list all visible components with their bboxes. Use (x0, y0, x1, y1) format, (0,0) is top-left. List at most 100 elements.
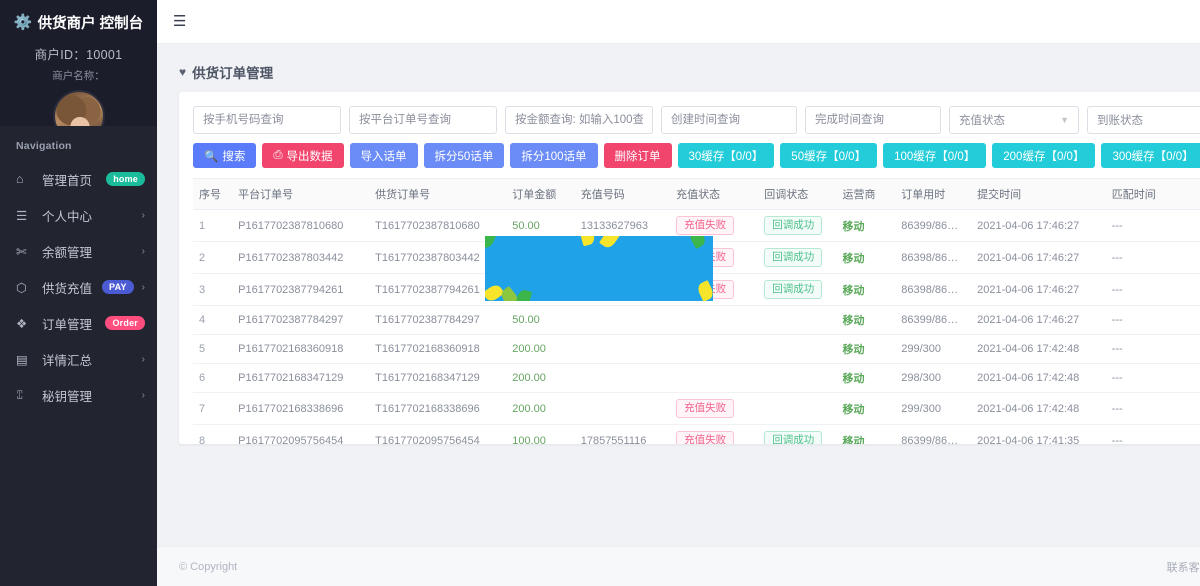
cell-duration: 298/300 (895, 363, 972, 393)
callback-status-cell (758, 334, 837, 364)
sidebar-item-7[interactable]: ⑄ 秘钥管理 › (0, 377, 157, 413)
sidebar: ⚙️ 供货商户 控制台 商户ID：10001 商户名称： Navigation … (0, 0, 157, 586)
cell-submit-time: 2021-04-06 17:46:27 (971, 305, 1106, 335)
callback-status-cell: 回调成功 (758, 241, 837, 274)
action-button-10[interactable]: 200缓存【0/0】 (992, 143, 1096, 168)
action-button-8[interactable]: 50缓存【0/0】 (780, 143, 878, 168)
search-amount-input[interactable] (505, 106, 653, 134)
gear-check-logo-icon: ⚙️ (13, 14, 33, 31)
cell-supply-order: T1617702387810680 (369, 209, 507, 242)
table-row[interactable]: 3 P1617702387794261 T1617702387794261 50.00… (193, 273, 1200, 306)
cell-seq: 4 (193, 305, 233, 335)
navigation-panel: Navigation ⌂ 管理首页 home ☰ 个人中心 › ✄ 余额管理 › ⬡ 供货充值 PAY… (0, 126, 157, 586)
action-button-4[interactable]: 拆分50话单 (423, 143, 505, 168)
action-button-9[interactable]: 100缓存【0/0】 (883, 143, 987, 168)
sidebar-item-3[interactable]: ✄ 余额管理 › (0, 233, 157, 269)
sidebar-item-2[interactable]: ☰ 个人中心 › (0, 197, 157, 233)
action-button-3[interactable]: 导入话单 (349, 143, 418, 168)
status-badge: 回调成功 (764, 431, 823, 444)
action-button-label: 100缓存【0/0】 (894, 150, 976, 163)
status-badge: 充值失败 (676, 216, 735, 235)
sidebar-item-1[interactable]: ⌂ 管理首页 home (0, 161, 157, 197)
sidebar-item-badge: PAY (102, 280, 134, 294)
page-header: ♥ 供货订单管理 › 供货订单 (157, 44, 1200, 92)
recharge-status-cell: 充值失败 (670, 209, 759, 242)
table-row[interactable]: 6 P1617702168347129 T1617702168347129 200.0… (193, 363, 1200, 393)
table-header-row: 序号 平台订单号 供货订单号 订单金额 充值号码 充值状态 回调状态 运营商 订单用时 提交时间匹… (193, 178, 1200, 210)
contact-support-link[interactable]: 联系客服 (1167, 559, 1200, 575)
sidebar-item-4[interactable]: ⬡ 供货充值 PAY › (0, 269, 157, 305)
action-button-11[interactable]: 300缓存【0/0】 (1101, 143, 1200, 168)
chevron-right-icon: › (141, 389, 145, 401)
cell-carrier: 移动 (836, 209, 896, 242)
orders-table-wrapper: 序号 平台订单号 供货订单号 订单金额 充值号码 充值状态 回调状态 运营商 订单用时 提交时间匹… (193, 178, 1200, 444)
finish-time-input[interactable] (805, 106, 941, 134)
action-button-label: 拆分100话单 (521, 150, 587, 163)
cell-carrier: 移动 (836, 392, 896, 425)
arrival-status-select[interactable]: 到账状态 ▼ (1087, 106, 1200, 134)
cell-phone (574, 334, 671, 364)
cell-carrier: 移动 (836, 241, 896, 274)
recharge-status-select[interactable]: 充值状态 ▼ (949, 106, 1079, 134)
create-time-input[interactable] (661, 106, 797, 134)
cell-platform-order: P1617702387803442 (232, 241, 370, 274)
export-icon: ⎙ (273, 149, 283, 161)
table-row[interactable]: 1 P1617702387810680 T1617702387810680 50.00… (193, 209, 1200, 242)
recharge-status-cell (670, 305, 759, 335)
cell-carrier: 移动 (836, 273, 896, 306)
action-button-label: 30缓存【0/0】 (688, 150, 764, 163)
footer: © Copyright 联系客服 SaaS系统版本：1.0 (157, 546, 1200, 586)
cell-platform-order: P1617702095756454 (232, 424, 370, 444)
cell-amount: 50.00 (506, 241, 575, 274)
recharge-status-cell (670, 334, 759, 364)
action-button-row: 🔍 搜索 ⎙ 导出数据 导入话单 拆分50话单 拆分100话单 删除订单 30缓存【0/0】 50… (193, 143, 1200, 168)
table-column-header: 序号 (193, 178, 233, 210)
hamburger-icon[interactable]: ☰ (173, 14, 186, 29)
table-row[interactable]: 7 P1617702168338696 T1617702168338696 200.0… (193, 392, 1200, 425)
table-row[interactable]: 8 P1617702095756454 T1617702095756454 100.0… (193, 424, 1200, 444)
action-button-7[interactable]: 30缓存【0/0】 (677, 143, 775, 168)
action-button-1[interactable]: 🔍 搜索 (193, 143, 257, 168)
action-button-2[interactable]: ⎙ 导出数据 (262, 143, 344, 168)
table-column-header: 充值状态 (670, 178, 759, 210)
callback-status-cell (758, 363, 837, 393)
action-button-5[interactable]: 拆分100话单 (510, 143, 598, 168)
home-icon: ⌂ (16, 172, 24, 186)
cell-seq: 5 (193, 334, 233, 364)
action-button-6[interactable]: 删除订单 (603, 143, 672, 168)
cell-phone: 13133627963 (574, 241, 671, 274)
table-column-header: 供货订单号 (369, 178, 507, 210)
cell-supply-order: T1617702387803442 (369, 241, 507, 274)
cell-duration: 86398/86… (895, 273, 972, 306)
main-area: ☰ 账户信息 ♥ 供货订单管理 › 供货订单 (157, 0, 1200, 586)
cell-duration: 86399/86… (895, 305, 972, 335)
table-row[interactable]: 2 P1617702387803442 T1617702387803442 50.00… (193, 241, 1200, 274)
sidebar-item-6[interactable]: ▤ 详情汇总 › (0, 341, 157, 377)
cell-supply-order: T1617702095756454 (369, 424, 507, 444)
cell-seq: 2 (193, 241, 233, 274)
table-column-header: 平台订单号 (232, 178, 370, 210)
cell-amount: 200.00 (506, 334, 575, 364)
cell-match-time: --- (1105, 363, 1200, 393)
cell-carrier: 移动 (836, 305, 896, 335)
search-icon: 🔍 (204, 150, 219, 163)
cell-phone: 13133627963 (574, 209, 671, 242)
copyright-text: © Copyright (179, 560, 238, 573)
status-badge: 充值失败 (676, 248, 735, 267)
chevron-right-icon: › (141, 245, 145, 257)
table-column-header: 回调状态 (758, 178, 837, 210)
merchant-name: 商户名称： (52, 70, 105, 82)
cell-submit-time: 2021-04-06 17:42:48 (971, 334, 1106, 364)
search-platform-order-input[interactable] (349, 106, 497, 134)
cell-seq: 7 (193, 392, 233, 425)
callback-status-cell: 回调成功 (758, 209, 837, 242)
sidebar-item-label: 个人中心 (42, 209, 93, 224)
table-row[interactable]: 5 P1617702168360918 T1617702168360918 200.0… (193, 334, 1200, 364)
cell-platform-order: P1617702168347129 (232, 363, 370, 393)
table-column-header: 充值号码 (574, 178, 671, 210)
table-row[interactable]: 4 P1617702387784297 T1617702387784297 50.00… (193, 305, 1200, 335)
sidebar-item-5[interactable]: ❖ 订单管理 Order (0, 305, 157, 341)
cell-duration: 86399/86… (895, 424, 972, 444)
search-phone-input[interactable] (193, 106, 341, 134)
sidebar-item-label: 秘钥管理 (42, 389, 93, 404)
